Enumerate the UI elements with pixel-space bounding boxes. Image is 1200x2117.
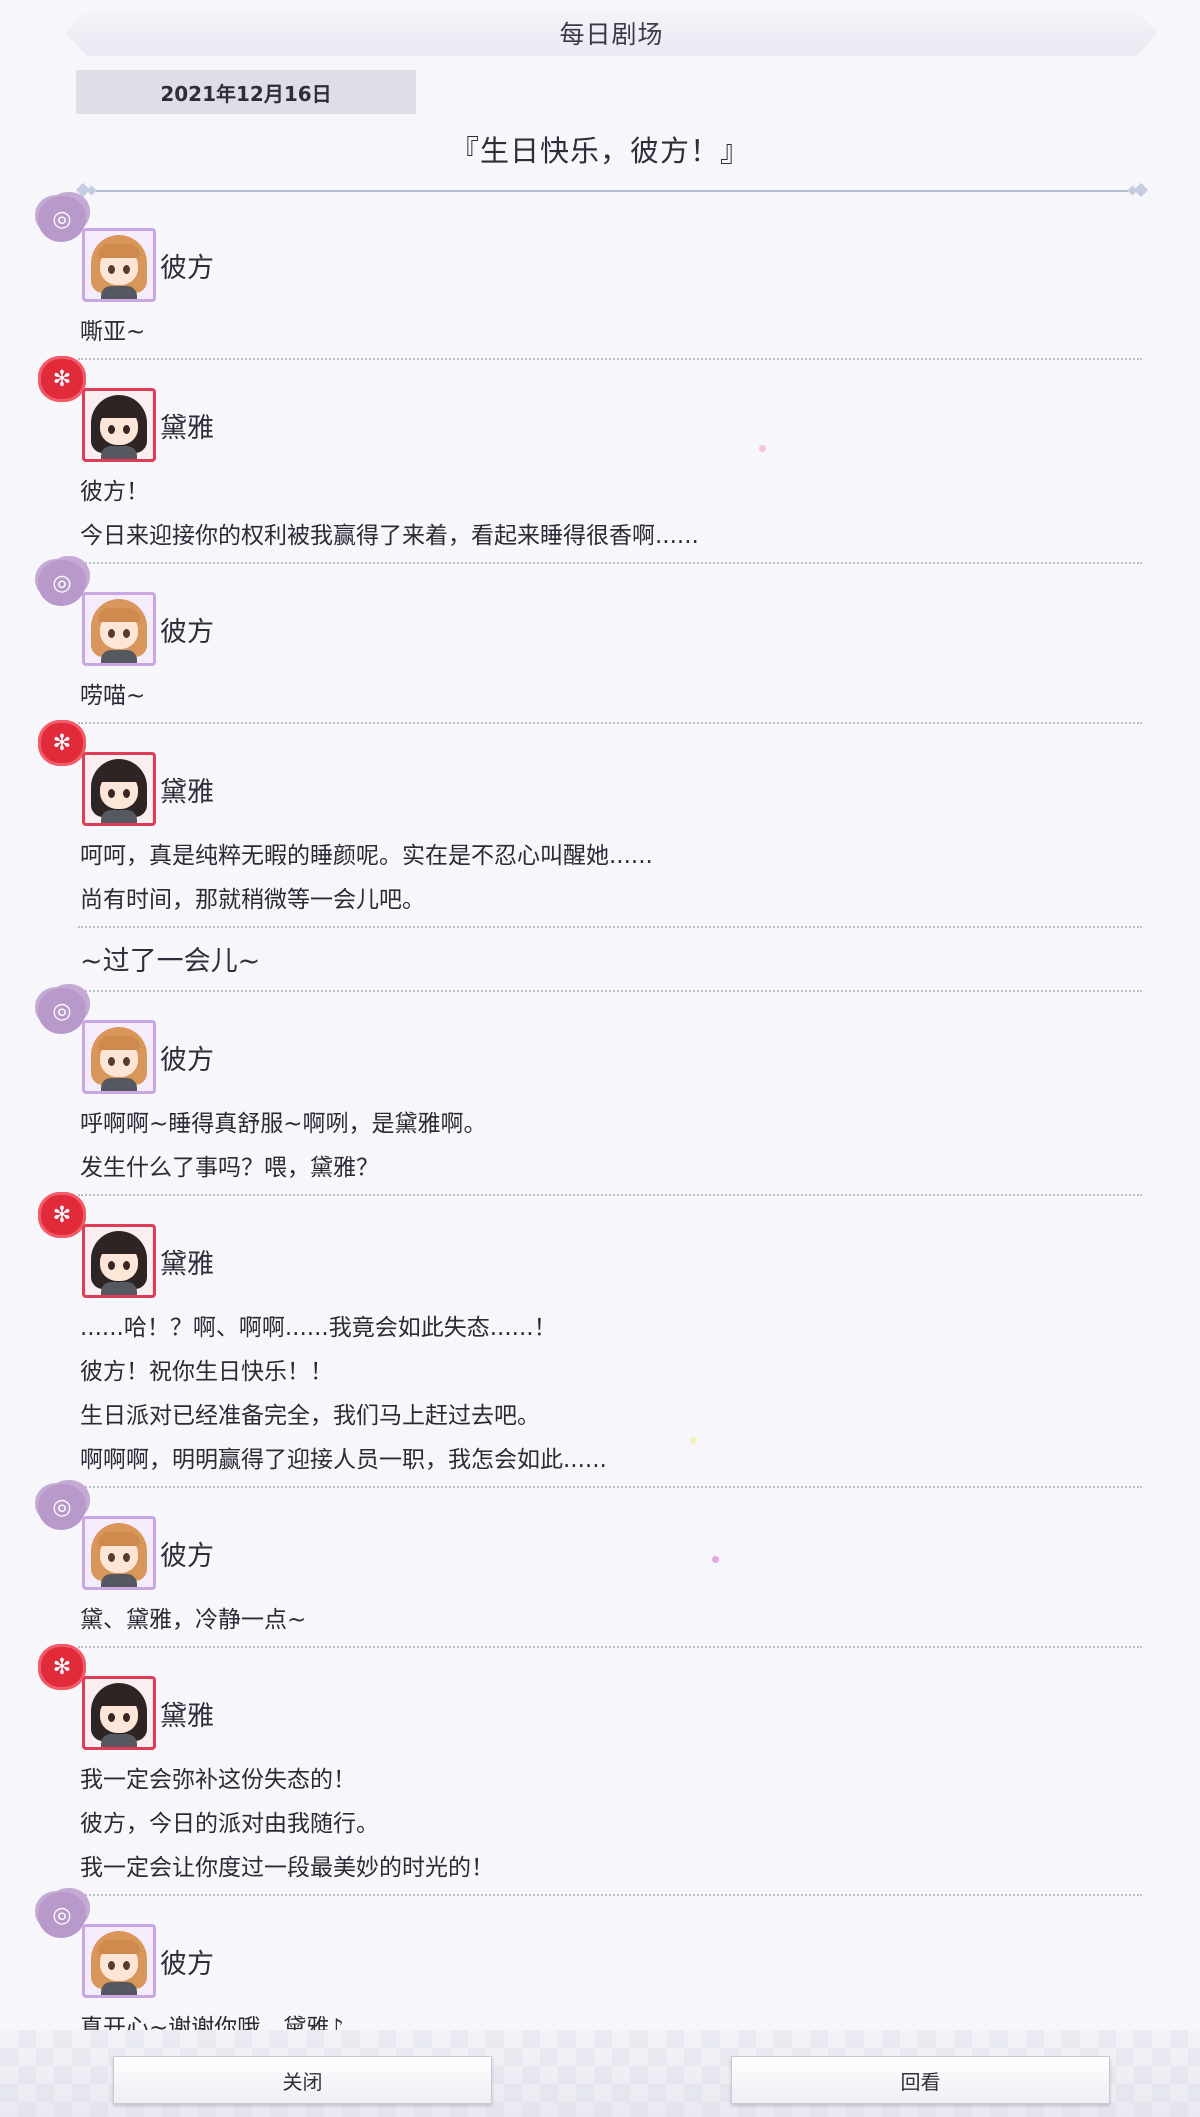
dialogue-line: 彼方！ — [80, 479, 149, 505]
dialogue-line: 彼方，今日的派对由我随行。 — [80, 1811, 379, 1837]
speaker-avatar — [82, 1224, 156, 1298]
plum-flower-icon: ✻ — [38, 1644, 86, 1690]
sparkle-icon — [759, 445, 766, 452]
speaker-name: 彼方 — [160, 1541, 214, 1572]
speaker-avatar — [82, 228, 156, 302]
sheep-icon: ◎ — [38, 196, 86, 242]
date-tag: 2021年12月16日 — [76, 70, 416, 114]
speaker-row: ✻ 黛雅 — [0, 1644, 1200, 1750]
dialogue-entry: ◎ 彼方呼啊啊~睡得真舒服~啊咧，是黛雅啊。 发生什么了事吗？喂，黛雅？ — [0, 988, 1200, 1196]
sparkle-icon — [690, 1437, 697, 1444]
speaker-name: 彼方 — [160, 1949, 214, 1980]
dialogue-line: 黛、黛雅，冷静一点~ — [80, 1607, 307, 1633]
plum-flower-icon: ✻ — [38, 720, 86, 766]
sheep-icon: ◎ — [38, 1892, 86, 1938]
dialogue-line: 今日来迎接你的权利被我赢得了来着，看起来睡得很香啊...... — [80, 523, 699, 549]
speaker-row: ◎ 彼方 — [0, 988, 1200, 1094]
speaker-name: 黛雅 — [160, 413, 214, 444]
divider-diamond-icon — [1133, 182, 1149, 198]
plum-flower-icon: ✻ — [38, 1192, 86, 1238]
dialogue-log[interactable]: ◎ 彼方 嘶亚~ ✻ 黛雅 彼方！ 今日来迎接你的权利被我赢得了来着，看起来睡得很香啊...… — [0, 196, 1200, 2056]
speaker-name: 黛雅 — [160, 777, 214, 808]
close-button[interactable]: 关闭 — [113, 2056, 492, 2104]
dialogue-entry: ✻ 黛雅 ......哈！？啊、啊啊......我竟会如此失态......！ 彼方！祝… — [0, 1192, 1200, 1488]
speaker-avatar — [82, 592, 156, 666]
speaker-avatar — [82, 388, 156, 462]
speaker-row: ◎ 彼方 — [0, 196, 1200, 302]
page-title-bar: 每日剧场 — [65, 10, 1158, 56]
replay-button[interactable]: 回看 — [731, 2056, 1110, 2104]
sheep-icon: ◎ — [38, 988, 86, 1034]
dialogue-entry: ◎ 彼方嘶亚~ — [0, 196, 1200, 360]
dialogue-entry: ✻ 黛雅呵呵，真是纯粹无暇的睡颜呢。实在是不忍心叫醒她...... 尚有时间，那就稍… — [0, 720, 1200, 928]
speaker-avatar — [82, 1676, 156, 1750]
speaker-avatar — [82, 1516, 156, 1590]
speaker-name: 黛雅 — [160, 1701, 214, 1732]
dialogue-line: 发生什么了事吗？喂，黛雅？ — [80, 1155, 379, 1181]
sparkle-icon — [712, 1556, 719, 1563]
speaker-name: 黛雅 — [160, 1249, 214, 1280]
page-title: 每日剧场 — [559, 20, 664, 49]
dialogue-line: 呵呵，真是纯粹无暇的睡颜呢。实在是不忍心叫醒她...... — [80, 843, 653, 869]
title-divider — [75, 182, 1149, 198]
dialogue-entry: ✻ 黛雅彼方！ 今日来迎接你的权利被我赢得了来着，看起来睡得很香啊...... — [0, 356, 1200, 564]
speaker-row: ✻ 黛雅 — [0, 720, 1200, 826]
speaker-name: 彼方 — [160, 1045, 214, 1076]
dialogue-line: 尚有时间，那就稍微等一会儿吧。 — [80, 887, 425, 913]
plum-flower-icon: ✻ — [38, 356, 86, 402]
speaker-name: 彼方 — [160, 617, 214, 648]
dialogue-line: ......哈！？啊、啊啊......我竟会如此失态......！ — [80, 1315, 557, 1341]
dialogue-entry: ◎ 彼方唠喵~ — [0, 560, 1200, 724]
story-title: 『生日快乐，彼方！』 — [449, 134, 750, 168]
dialogue-line: 彼方！祝你生日快乐！！ — [80, 1359, 333, 1385]
dialogue-line: 我一定会让你度过一段最美妙的时光的！ — [80, 1855, 494, 1881]
divider-diamond-icon — [86, 185, 97, 196]
dialogue-entry: ✻ 黛雅我一定会弥补这份失态的！ 彼方，今日的派对由我随行。我一定会让你度过一段最美… — [0, 1644, 1200, 1896]
speaker-avatar — [82, 752, 156, 826]
speaker-row: ✻ 黛雅 — [0, 1192, 1200, 1298]
dialogue-line: 嘶亚~ — [80, 319, 146, 345]
narration-line: ~过了一会儿~ — [0, 928, 1200, 992]
speaker-avatar — [82, 1020, 156, 1094]
speaker-row: ◎ 彼方 — [0, 1484, 1200, 1590]
dialogue-line: 唠喵~ — [80, 683, 146, 709]
speaker-row: ◎ 彼方 — [0, 560, 1200, 666]
speaker-row: ◎ 彼方 — [0, 1892, 1200, 1998]
speaker-name: 彼方 — [160, 253, 214, 284]
dialogue-line: 啊啊啊，明明赢得了迎接人员一职，我怎会如此...... — [80, 1447, 607, 1473]
dialogue-line: 生日派对已经准备完全，我们马上赶过去吧。 — [80, 1403, 540, 1429]
speaker-row: ✻ 黛雅 — [0, 356, 1200, 462]
dialogue-entry: ◎ 彼方黛、黛雅，冷静一点~ — [0, 1484, 1200, 1648]
sheep-icon: ◎ — [38, 1484, 86, 1530]
dialogue-line: 呼啊啊~睡得真舒服~啊咧，是黛雅啊。 — [80, 1111, 487, 1137]
sheep-icon: ◎ — [38, 560, 86, 606]
dialogue-line: 我一定会弥补这份失态的！ — [80, 1767, 356, 1793]
speaker-avatar — [82, 1924, 156, 1998]
